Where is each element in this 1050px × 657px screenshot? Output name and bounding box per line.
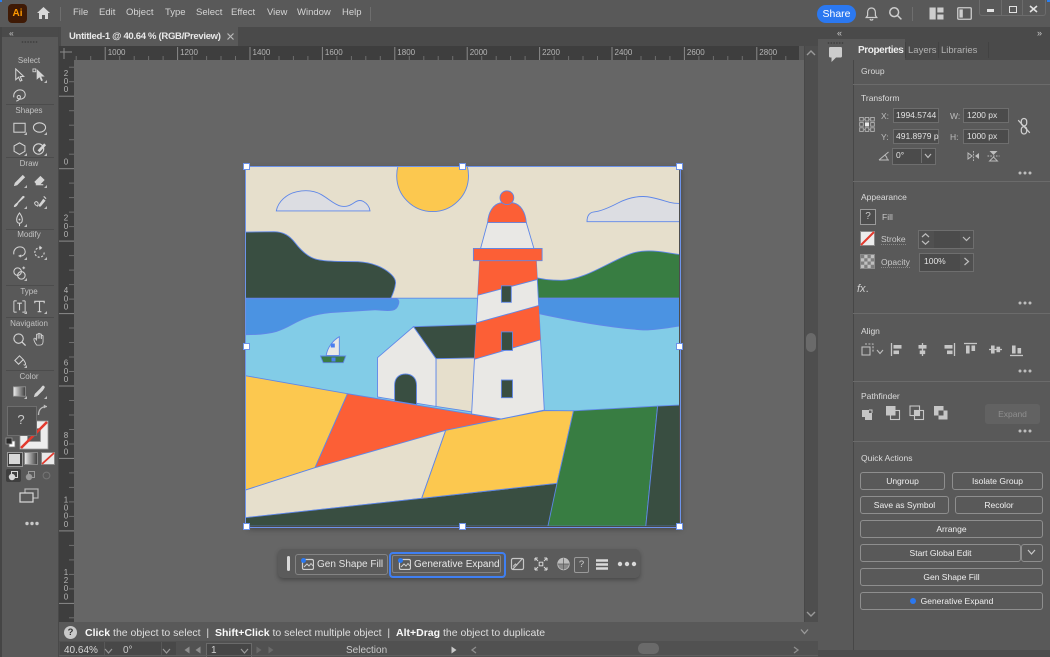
svg-text:1200: 1200 bbox=[180, 48, 198, 57]
svg-text:0: 0 bbox=[64, 520, 69, 529]
svg-text:2600: 2600 bbox=[687, 48, 705, 57]
svg-text:0: 0 bbox=[64, 85, 69, 94]
svg-text:0: 0 bbox=[64, 375, 69, 384]
svg-text:1600: 1600 bbox=[325, 48, 343, 57]
svg-text:2800: 2800 bbox=[759, 48, 777, 57]
svg-text:1000: 1000 bbox=[108, 48, 126, 57]
svg-text:2200: 2200 bbox=[542, 48, 560, 57]
svg-text:1800: 1800 bbox=[397, 48, 415, 57]
svg-text:0: 0 bbox=[64, 303, 69, 312]
svg-text:2000: 2000 bbox=[470, 48, 488, 57]
svg-text:0: 0 bbox=[64, 158, 69, 167]
svg-text:1400: 1400 bbox=[253, 48, 271, 57]
svg-text:0: 0 bbox=[64, 447, 69, 456]
svg-text:0: 0 bbox=[64, 592, 69, 601]
svg-text:2400: 2400 bbox=[615, 48, 633, 57]
svg-text:0: 0 bbox=[64, 230, 69, 239]
